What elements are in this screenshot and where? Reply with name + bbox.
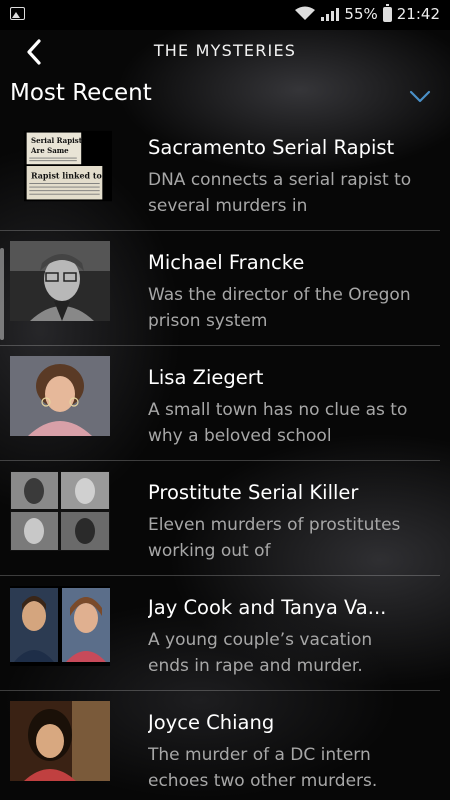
section-title: Most Recent xyxy=(10,80,152,106)
battery-icon xyxy=(382,3,392,22)
newspaper-thumbnail: Serial Rapist Are Same Rapist linked to xyxy=(24,130,112,202)
list-item[interactable]: Jay Cook and Tanya Va... A young couple’… xyxy=(0,576,450,691)
list-item[interactable]: Serial Rapist Are Same Rapist linked to … xyxy=(0,116,450,231)
list-item[interactable]: Michael Francke Was the director of the … xyxy=(0,231,450,346)
item-title: Lisa Ziegert xyxy=(148,366,264,389)
clock: 21:42 xyxy=(396,5,440,23)
item-description: Was the director of the Oregon prison sy… xyxy=(148,285,411,331)
portrait-thumbnail xyxy=(10,356,110,436)
chevron-down-icon xyxy=(409,90,431,103)
item-description: Eleven murders of prostitutes working ou… xyxy=(148,515,401,561)
list-item[interactable]: Lisa Ziegert A small town has no clue as… xyxy=(0,346,450,461)
wifi-icon xyxy=(295,6,316,20)
item-description: A small town has no clue as to why a bel… xyxy=(148,400,408,446)
portrait-thumbnail xyxy=(10,241,110,321)
mysteries-list: Serial Rapist Are Same Rapist linked to … xyxy=(0,126,450,800)
app-header: THE MYSTERIES xyxy=(0,30,450,74)
list-item[interactable]: Prostitute Serial Killer Eleven murders … xyxy=(0,461,450,576)
svg-text:Are Same: Are Same xyxy=(30,146,69,155)
item-description: DNA connects a serial rapist to several … xyxy=(148,170,412,216)
portrait-grid-thumbnail xyxy=(10,471,110,551)
edge-panel-handle[interactable] xyxy=(0,248,4,340)
signal-icon xyxy=(321,7,340,21)
svg-text:Serial Rapist: Serial Rapist xyxy=(31,136,83,145)
battery-percent: 55% xyxy=(344,5,378,23)
image-notification-icon xyxy=(10,7,25,20)
section-header[interactable]: Most Recent xyxy=(0,76,450,116)
item-title: Sacramento Serial Rapist xyxy=(148,136,395,159)
section-collapse-button[interactable] xyxy=(406,82,434,110)
status-bar: 55% 21:42 xyxy=(0,0,450,30)
list-item[interactable]: Joyce Chiang The murder of a DC intern e… xyxy=(0,691,450,800)
item-title: Joyce Chiang xyxy=(148,711,275,734)
item-description: The murder of a DC intern echoes two oth… xyxy=(148,745,378,791)
portrait-thumbnail xyxy=(10,701,110,781)
item-description: A young couple’s vacation ends in rape a… xyxy=(148,630,373,676)
portrait-pair-thumbnail xyxy=(10,586,110,666)
page-title: THE MYSTERIES xyxy=(153,41,297,60)
item-title: Jay Cook and Tanya Va... xyxy=(148,596,387,619)
svg-text:Rapist linked to: Rapist linked to xyxy=(31,171,102,180)
item-title: Michael Francke xyxy=(148,251,305,274)
item-title: Prostitute Serial Killer xyxy=(148,481,359,504)
